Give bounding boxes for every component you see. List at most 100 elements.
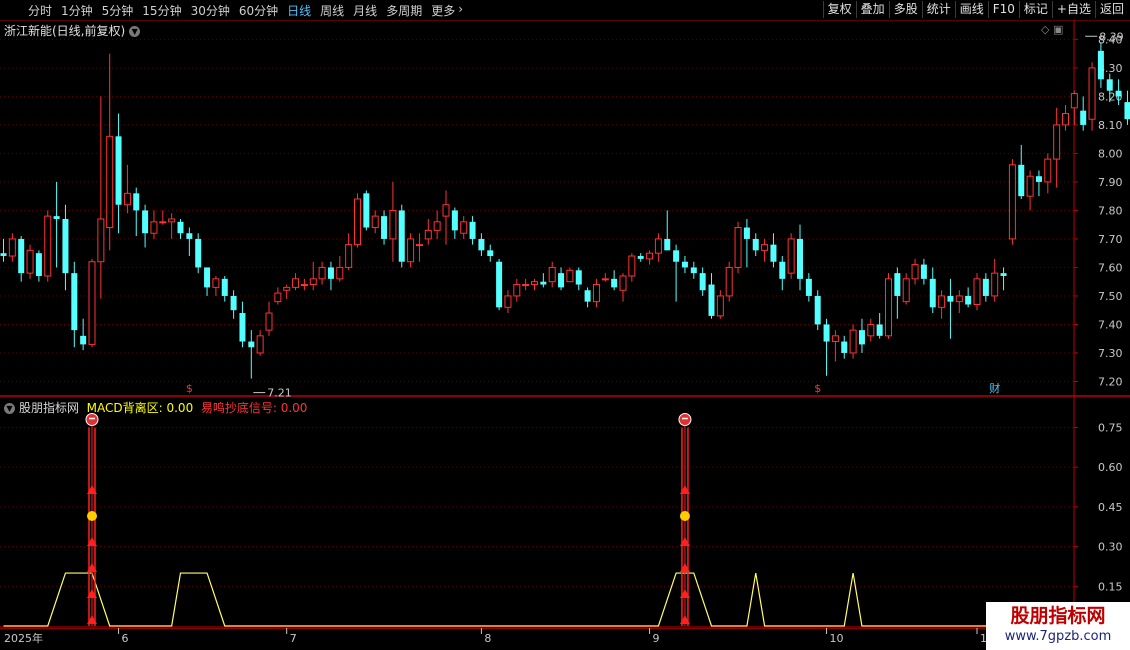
candle-body [973,278,981,305]
candle-body [548,266,556,283]
candle-3 [26,244,34,279]
candle-34 [300,278,308,291]
candle-body [1097,50,1104,80]
candle-body [690,267,697,274]
x-tick-label-6: 6 [122,632,129,645]
candle-78 [690,261,697,279]
period-tab-7[interactable]: 周线 [320,2,344,19]
period-tab-9[interactable]: 多周期 [386,2,422,19]
period-tab-8[interactable]: 月线 [353,2,377,19]
candle-body [168,218,176,223]
x-axis: 2025年67891011 [0,628,1130,645]
candle-124 [1097,42,1104,88]
candle-19 [168,213,176,239]
toolbar-button-4[interactable]: 画线 [954,1,988,18]
candle-96 [849,324,857,359]
period-tab-10[interactable]: 更多 [431,2,455,19]
period-tab-3[interactable]: 15分钟 [142,2,181,19]
candle-body [876,324,883,336]
toolbar-button-7[interactable]: +自选 [1051,1,1095,18]
candle-60 [531,278,538,291]
signal-top-icon [85,413,99,427]
candle-98 [867,318,875,342]
candle-body [371,215,379,229]
candle-body [1044,158,1052,183]
candle-body [787,238,795,274]
candle-body [283,286,291,291]
toolbar-button-5[interactable]: F10 [987,1,1019,18]
candle-body [522,284,530,287]
candle-31 [274,287,282,305]
candle-body [389,209,397,240]
toolbar-button-6[interactable]: 标记 [1018,1,1052,18]
candle-67 [592,278,600,308]
candle-65 [575,267,582,291]
candle-body [611,278,618,288]
candle-body [212,278,220,288]
candle-body [496,261,503,308]
candle-118 [1044,153,1052,194]
candle-body [929,278,936,308]
candle-5 [44,210,52,282]
candle-body [911,264,919,280]
candle-body [1080,110,1087,125]
candle-8 [71,261,78,348]
candle-47 [415,233,423,262]
toolbar-button-0[interactable]: 复权 [822,1,856,18]
candle-body [442,204,450,217]
candle-body [336,266,344,280]
candle-39 [345,233,353,271]
candle-25 [221,275,228,302]
price-tick-label-7-30: 7.30 [1098,347,1123,360]
candle-11 [97,96,105,299]
more-chevron-icon[interactable]: › [458,2,463,16]
candle-90 [797,224,803,291]
toolbar: 分时 1分钟 5分钟 15分钟 30分钟 60分钟 日线 周线 月线 多周期 更多 › 返回 +自选 标记 F… [0,0,1130,21]
candle-body [159,221,167,224]
toolbar-button-1[interactable]: 叠加 [855,1,889,18]
event-marker-1: $ [814,382,821,395]
candle-body [540,281,547,285]
candle-body [504,295,512,308]
candle-4 [35,250,42,282]
candle-body [123,192,131,206]
period-tab-6[interactable]: 日线 [287,2,311,19]
period-tab-5[interactable]: 60分钟 [239,2,278,19]
candle-72 [637,253,644,262]
period-tab-4[interactable]: 30分钟 [191,2,230,19]
candle-66 [584,287,591,308]
candle-38 [336,256,344,282]
candle-body [831,335,839,343]
candle-108 [955,290,963,314]
candle-body [424,229,432,240]
candle-43 [381,210,388,245]
candle-61 [540,273,547,288]
annotation-8-39: 8.39 [1099,30,1124,43]
candle-20 [177,218,184,239]
candle-23 [204,267,211,296]
candle-119 [1053,107,1061,188]
watermark-name: 股朋指标网 [1010,605,1106,627]
candle-27 [239,301,246,348]
period-tab-0[interactable]: 分时 [28,2,52,19]
toolbar-button-3[interactable]: 统计 [921,1,955,18]
signal-top-icon [678,413,692,427]
candle-70 [619,273,627,302]
candle-body [106,135,114,229]
candle-64 [566,267,574,283]
candle-body [637,256,644,259]
candle-71 [628,253,636,282]
candle-36 [318,261,326,285]
candle-body [309,278,317,286]
candle-body [558,273,565,288]
period-tab-1[interactable]: 1分钟 [61,2,93,19]
watermark: 股朋指标网 www.7gpzb.com [986,602,1130,650]
candle-body [398,210,405,262]
toolbar-button-8[interactable]: 返回 [1094,1,1128,18]
price-tick-label-7-80: 7.80 [1098,204,1123,217]
toolbar-button-2[interactable]: 多股 [888,1,922,18]
candle-body [363,193,370,228]
period-tab-2[interactable]: 5分钟 [102,2,134,19]
candle-body [256,335,264,354]
candle-body [478,238,485,251]
